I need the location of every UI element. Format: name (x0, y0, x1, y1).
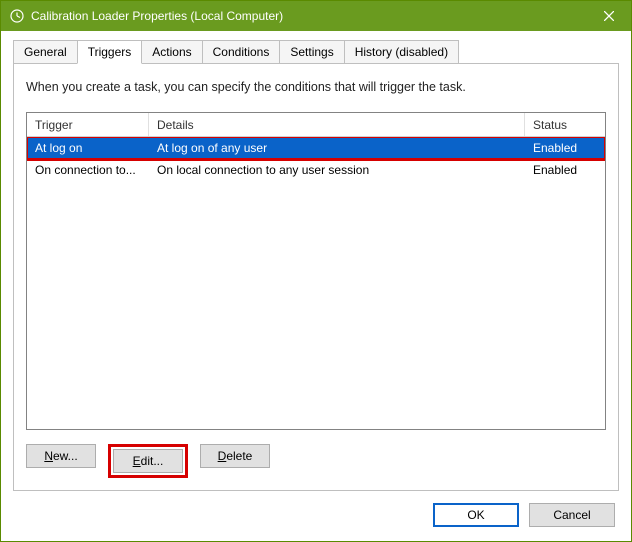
highlight-edit: Edit... (108, 444, 188, 478)
table-row[interactable]: On connection to... On local connection … (27, 159, 605, 181)
ok-button[interactable]: OK (433, 503, 519, 527)
column-header-details[interactable]: Details (149, 113, 525, 136)
column-header-trigger[interactable]: Trigger (27, 113, 149, 136)
column-header-status[interactable]: Status (525, 113, 605, 136)
dialog-button-row: OK Cancel (1, 491, 631, 541)
cell-status: Enabled (525, 160, 605, 180)
cell-details: On local connection to any user session (149, 160, 525, 180)
clock-icon (9, 8, 25, 24)
edit-button[interactable]: Edit... (113, 449, 183, 473)
mnemonic: D (218, 449, 227, 463)
listview-header: Trigger Details Status (27, 113, 605, 137)
delete-button[interactable]: Delete (200, 444, 270, 468)
close-icon (604, 11, 614, 21)
tab-general[interactable]: General (13, 40, 78, 63)
table-row[interactable]: At log on At log on of any user Enabled (27, 137, 605, 159)
listview-body: At log on At log on of any user Enabled … (27, 137, 605, 429)
button-label-rest: dit... (141, 454, 164, 468)
tab-strip: General Triggers Actions Conditions Sett… (13, 39, 619, 63)
tab-settings[interactable]: Settings (279, 40, 344, 63)
dialog-content: General Triggers Actions Conditions Sett… (1, 31, 631, 491)
titlebar: Calibration Loader Properties (Local Com… (1, 1, 631, 31)
trigger-action-buttons: New... Edit... Delete (26, 444, 606, 478)
tab-triggers[interactable]: Triggers (77, 40, 143, 64)
hint-text: When you create a task, you can specify … (26, 80, 606, 94)
tab-history[interactable]: History (disabled) (344, 40, 459, 63)
cancel-button[interactable]: Cancel (529, 503, 615, 527)
tab-conditions[interactable]: Conditions (202, 40, 281, 63)
button-label-rest: elete (226, 449, 252, 463)
window-title: Calibration Loader Properties (Local Com… (31, 9, 586, 23)
tab-actions[interactable]: Actions (141, 40, 202, 63)
close-button[interactable] (586, 1, 631, 31)
cell-trigger: On connection to... (27, 160, 149, 180)
new-button[interactable]: New... (26, 444, 96, 468)
cell-details: At log on of any user (149, 138, 525, 158)
cell-status: Enabled (525, 138, 605, 158)
cell-trigger: At log on (27, 138, 149, 158)
mnemonic: N (44, 449, 53, 463)
mnemonic: E (133, 454, 141, 468)
button-label-rest: ew... (53, 449, 78, 463)
triggers-listview[interactable]: Trigger Details Status At log on At log … (26, 112, 606, 430)
tabpanel-triggers: When you create a task, you can specify … (13, 63, 619, 491)
dialog-window: Calibration Loader Properties (Local Com… (0, 0, 632, 542)
